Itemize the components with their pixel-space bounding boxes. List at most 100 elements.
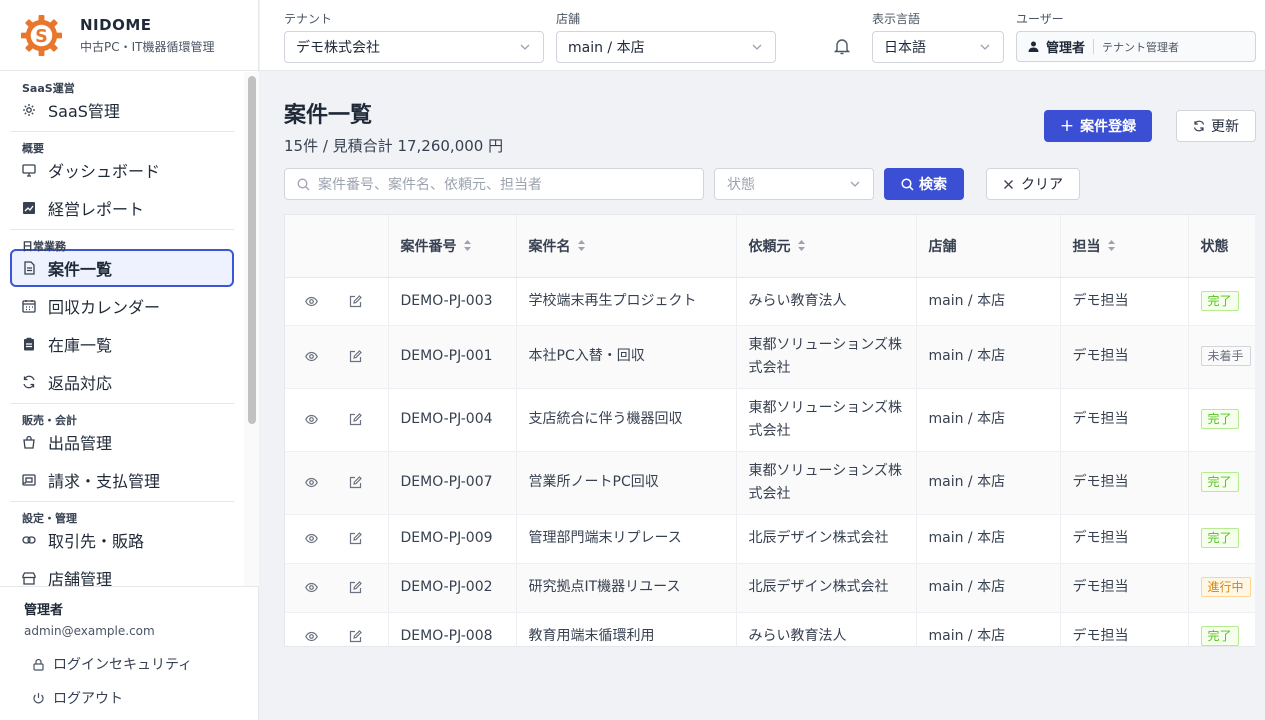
store-label: 店舗 — [556, 12, 581, 26]
tenant-select[interactable]: デモ株式会社 — [284, 31, 544, 63]
sidebar-item-report[interactable]: 経営レポート — [10, 189, 234, 227]
edit-icon[interactable] — [349, 581, 362, 594]
sort-icon — [577, 239, 585, 251]
shop-icon — [22, 435, 36, 449]
view-icon[interactable] — [305, 295, 318, 308]
view-icon[interactable] — [305, 413, 318, 426]
cell-project-name: 管理部門端末リプレース — [516, 514, 737, 564]
cell-store: main / 本店 — [916, 325, 1061, 389]
cell-store: main / 本店 — [916, 388, 1061, 452]
bell-icon[interactable] — [832, 36, 852, 56]
sidebar-scrollbar[interactable] — [244, 72, 259, 586]
table-row: DEMO-PJ-008 教育用端末循環利用 みらい教育法人 main / 本店 デモ担当… — [285, 612, 1255, 646]
column-header-name[interactable]: 案件名 — [516, 215, 737, 278]
sidebar-item-label: 取引先・販路 — [48, 532, 145, 551]
column-header-owner[interactable]: 担当 — [1060, 215, 1189, 278]
view-icon[interactable] — [305, 581, 318, 594]
sidebar: S NIDOME 中古PC・IT機器循環管理 SaaS運営 SaaS管理 概要 … — [0, 0, 259, 720]
search-button-label: 検索 — [919, 177, 947, 193]
logout-label: ログアウト — [53, 691, 123, 707]
tenant-value: デモ株式会社 — [296, 40, 380, 56]
cell-project-id: DEMO-PJ-002 — [388, 563, 517, 613]
cell-project-id: DEMO-PJ-008 — [388, 612, 517, 646]
add-project-button[interactable]: + 案件登録 — [1044, 110, 1152, 142]
clipboard-icon — [22, 337, 36, 351]
logout-link[interactable]: ログアウト — [32, 681, 259, 715]
svg-text:S: S — [35, 26, 48, 46]
sidebar-item-stores[interactable]: 店舗管理 — [10, 559, 234, 586]
cell-status: 完了 — [1188, 451, 1255, 515]
sidebar-item-label: 出品管理 — [48, 434, 113, 453]
status-badge: 完了 — [1200, 472, 1239, 492]
edit-icon[interactable] — [349, 476, 362, 489]
edit-icon[interactable] — [349, 294, 362, 308]
cell-owner: デモ担当 — [1060, 612, 1189, 646]
column-header-status: 状態 — [1188, 215, 1255, 278]
refresh-icon — [1193, 120, 1205, 132]
nav-section-settings: 設定・管理 — [22, 512, 77, 525]
edit-icon[interactable] — [349, 350, 362, 363]
status-filter-select[interactable]: 状態 — [714, 168, 874, 200]
cell-client: 東都ソリューションズ株式会社 — [736, 451, 917, 515]
edit-icon[interactable] — [349, 532, 362, 545]
search-button[interactable]: 検索 — [884, 168, 964, 200]
row-actions — [285, 612, 389, 646]
store-select[interactable]: main / 本店 — [556, 31, 776, 63]
sidebar-item-billing[interactable]: 請求・支払管理 — [10, 461, 234, 499]
column-header-client[interactable]: 依頼元 — [736, 215, 917, 278]
user-label: ユーザー — [1016, 12, 1064, 26]
user-menu[interactable]: 管理者 テナント管理者 — [1016, 31, 1256, 62]
sidebar-item-label: 回収カレンダー — [48, 298, 161, 317]
refresh-label: 更新 — [1211, 119, 1239, 135]
view-icon[interactable] — [305, 532, 318, 545]
sidebar-item-inventory[interactable]: 在庫一覧 — [10, 325, 234, 363]
sidebar-item-label: 返品対応 — [48, 374, 113, 393]
brand: S NIDOME 中古PC・IT機器循環管理 — [0, 0, 258, 71]
cell-status: 完了 — [1188, 612, 1255, 646]
edit-icon[interactable] — [349, 630, 362, 643]
view-icon[interactable] — [305, 350, 318, 363]
cell-project-name: 本社PC入替・回収 — [516, 325, 737, 389]
column-header-id[interactable]: 案件番号 — [388, 215, 517, 278]
sidebar-item-listing[interactable]: 出品管理 — [10, 423, 234, 461]
store-icon — [22, 571, 36, 585]
scrollbar-thumb[interactable] — [248, 76, 256, 424]
edit-icon[interactable] — [349, 413, 362, 426]
row-actions — [285, 325, 389, 389]
divider — [1093, 39, 1095, 54]
status-badge: 完了 — [1200, 626, 1239, 646]
sidebar-item-partners[interactable]: 取引先・販路 — [10, 521, 234, 559]
column-header-store: 店舗 — [916, 215, 1061, 278]
plus-icon: + — [1059, 116, 1075, 136]
sidebar-item-label: 在庫一覧 — [48, 336, 113, 355]
table-row: DEMO-PJ-007 営業所ノートPC回収 東都ソリューションズ株式会社 main … — [285, 451, 1255, 515]
cell-project-name: 営業所ノートPC回収 — [516, 451, 737, 515]
clear-button[interactable]: クリア — [986, 168, 1080, 200]
sidebar-item-saas-admin[interactable]: SaaS管理 — [10, 91, 234, 129]
sidebar-item-label: 経営レポート — [48, 200, 145, 219]
login-security-link[interactable]: ログインセキュリティ — [32, 647, 259, 681]
sidebar-item-dashboard[interactable]: ダッシュボード — [10, 151, 234, 189]
calendar-icon — [22, 299, 36, 313]
language-select[interactable]: 日本語 — [872, 31, 1004, 63]
sidebar-item-projects[interactable]: 案件一覧 — [10, 249, 234, 287]
chevron-down-icon — [752, 44, 762, 50]
sidebar-item-returns[interactable]: 返品対応 — [10, 363, 234, 401]
refresh-button[interactable]: 更新 — [1176, 110, 1256, 142]
brand-name: NIDOME — [80, 15, 152, 34]
table-row: DEMO-PJ-001 本社PC入替・回収 東都ソリューションズ株式会社 main /… — [285, 325, 1255, 389]
clear-button-label: クリア — [1021, 177, 1063, 193]
document-icon — [22, 261, 36, 275]
sidebar-item-calendar[interactable]: 回収カレンダー — [10, 287, 234, 325]
sidebar-item-label: 請求・支払管理 — [48, 472, 161, 491]
user-role: 管理者 — [1046, 41, 1086, 56]
cell-client: みらい教育法人 — [736, 277, 917, 326]
sidebar-item-label: 案件一覧 — [48, 260, 113, 279]
sidebar-item-label: SaaS管理 — [48, 102, 120, 121]
view-icon[interactable] — [305, 630, 318, 643]
view-icon[interactable] — [305, 476, 318, 489]
sort-icon — [463, 239, 471, 251]
cell-project-name: 教育用端末循環利用 — [516, 612, 737, 646]
search-input[interactable]: 案件番号、案件名、依頼元、担当者 — [284, 168, 704, 200]
cell-owner: デモ担当 — [1060, 514, 1189, 564]
